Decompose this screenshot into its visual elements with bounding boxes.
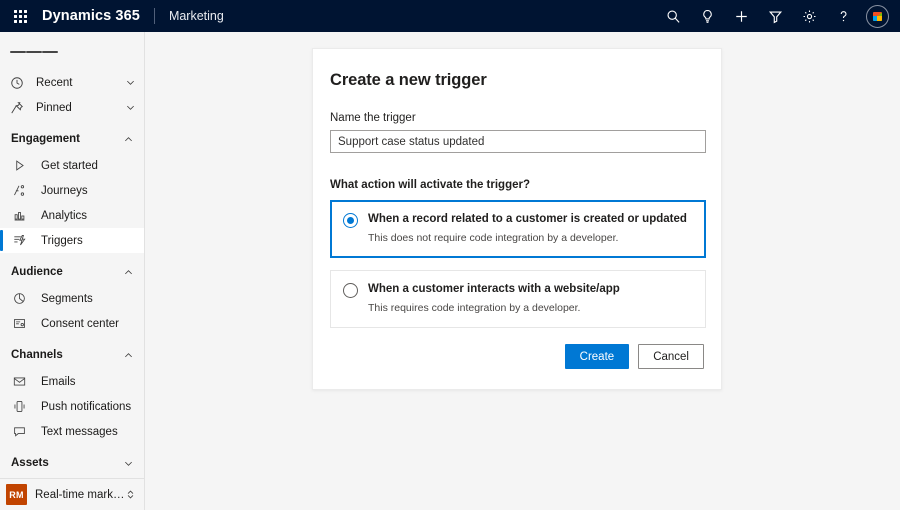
analytics-icon (13, 209, 33, 222)
sidebar-item-label: Analytics (33, 210, 144, 222)
sidebar-item-emails[interactable]: Emails (0, 369, 144, 394)
sidebar-item-journeys[interactable]: Journeys (0, 178, 144, 203)
chat-icon (13, 425, 33, 438)
cancel-button[interactable]: Cancel (638, 344, 704, 369)
sidebar-group-label: Assets (11, 457, 123, 469)
sidebar-item-recent[interactable]: Recent (0, 70, 144, 95)
pin-icon (10, 101, 30, 115)
option-website-app[interactable]: When a customer interacts with a website… (330, 270, 706, 328)
sidebar-item-label: Journeys (33, 185, 144, 197)
body-container: Recent Pinned (0, 32, 900, 510)
hamburger-line (26, 51, 42, 53)
sidebar-group-channels[interactable]: Channels (0, 341, 144, 369)
main-content: Create a new trigger Name the trigger Wh… (145, 32, 900, 510)
phone-icon (13, 400, 33, 413)
option-text-group: When a record related to a customer is c… (368, 212, 693, 245)
journeys-icon (13, 184, 33, 197)
avatar-image-icon (873, 12, 882, 21)
sidebar-item-label: Get started (33, 160, 144, 172)
radio-button-website-app[interactable] (343, 283, 358, 298)
sidebar-item-get-started[interactable]: Get started (0, 153, 144, 178)
waffle-menu-button[interactable] (0, 0, 40, 32)
consent-icon (13, 317, 33, 330)
sidebar-item-label: Triggers (33, 235, 144, 247)
sidebar-item-label: Consent center (33, 318, 144, 330)
app-root: Dynamics 365 Marketing (0, 0, 900, 510)
sidebar-item-text-messages[interactable]: Text messages (0, 419, 144, 444)
search-icon[interactable] (656, 0, 690, 32)
top-navigation-bar: Dynamics 365 Marketing (0, 0, 900, 32)
option-record-related[interactable]: When a record related to a customer is c… (330, 200, 706, 258)
chevron-up-icon (123, 350, 134, 361)
sidebar-group-label: Audience (11, 266, 123, 278)
waffle-grid-icon (14, 10, 27, 23)
chevron-down-icon (125, 77, 136, 88)
sidebar-item-label: Segments (33, 293, 144, 305)
avatar[interactable] (860, 0, 894, 32)
sidebar-item-triggers[interactable]: Triggers (0, 228, 144, 253)
sidebar-group-audience[interactable]: Audience (0, 258, 144, 286)
chevron-down-icon (125, 102, 136, 113)
sidebar-item-push-notifications[interactable]: Push notifications (0, 394, 144, 419)
name-field-label: Name the trigger (330, 112, 704, 124)
option-description: This does not require code integration b… (368, 231, 693, 245)
app-area-switcher[interactable]: RM Real-time marketi... (0, 478, 144, 510)
brand-divider (154, 8, 155, 24)
sidebar-item-label: Recent (30, 77, 125, 89)
radio-dot (347, 217, 354, 224)
segments-icon (13, 292, 33, 305)
sidebar-item-consent-center[interactable]: Consent center (0, 311, 144, 336)
chevron-updown-icon (125, 489, 136, 500)
sidebar-group-label: Channels (11, 349, 123, 361)
hamburger-line (10, 51, 26, 53)
lightbulb-icon[interactable] (690, 0, 724, 32)
clock-icon (10, 76, 30, 90)
sidebar-item-pinned[interactable]: Pinned (0, 95, 144, 120)
option-title: When a record related to a customer is c… (368, 212, 693, 227)
envelope-icon (13, 375, 33, 388)
sidebar-group-label: Engagement (11, 133, 123, 145)
sidebar-item-label: Push notifications (33, 401, 144, 413)
dialog-actions: Create Cancel (330, 344, 704, 369)
brand-title: Dynamics 365 (40, 8, 140, 24)
radio-button-record-related[interactable] (343, 213, 358, 228)
sidebar-item-label: Emails (33, 376, 144, 388)
sidebar-group-engagement[interactable]: Engagement (0, 125, 144, 153)
question-icon[interactable] (826, 0, 860, 32)
app-name-label: Marketing (169, 9, 224, 23)
sidebar-item-label: Text messages (33, 426, 144, 438)
chevron-up-icon (123, 134, 134, 145)
triggers-icon (13, 234, 33, 247)
dialog-title: Create a new trigger (330, 71, 704, 90)
sidebar-group-assets[interactable]: Assets (0, 449, 144, 477)
sidebar: Recent Pinned (0, 32, 145, 510)
option-title: When a customer interacts with a website… (368, 282, 693, 297)
play-icon (13, 159, 33, 172)
sidebar-item-segments[interactable]: Segments (0, 286, 144, 311)
option-text-group: When a customer interacts with a website… (368, 282, 693, 315)
chevron-down-icon (123, 458, 134, 469)
trigger-name-input[interactable] (330, 130, 706, 153)
top-icon-group (656, 0, 894, 32)
sidebar-item-label: Pinned (30, 102, 125, 114)
gear-icon[interactable] (792, 0, 826, 32)
app-area-badge: RM (6, 484, 27, 505)
sidebar-collapse-button[interactable] (0, 34, 144, 70)
create-button[interactable]: Create (565, 344, 630, 369)
hamburger-line (42, 51, 58, 53)
plus-icon[interactable] (724, 0, 758, 32)
avatar-circle (866, 5, 889, 28)
sidebar-scroll-area: Recent Pinned (0, 32, 144, 478)
option-description: This requires code integration by a deve… (368, 301, 693, 315)
action-question-label: What action will activate the trigger? (330, 179, 704, 191)
app-area-label: Real-time marketi... (27, 489, 125, 501)
sidebar-item-analytics[interactable]: Analytics (0, 203, 144, 228)
create-trigger-dialog: Create a new trigger Name the trigger Wh… (312, 48, 722, 390)
chevron-up-icon (123, 267, 134, 278)
filter-icon[interactable] (758, 0, 792, 32)
